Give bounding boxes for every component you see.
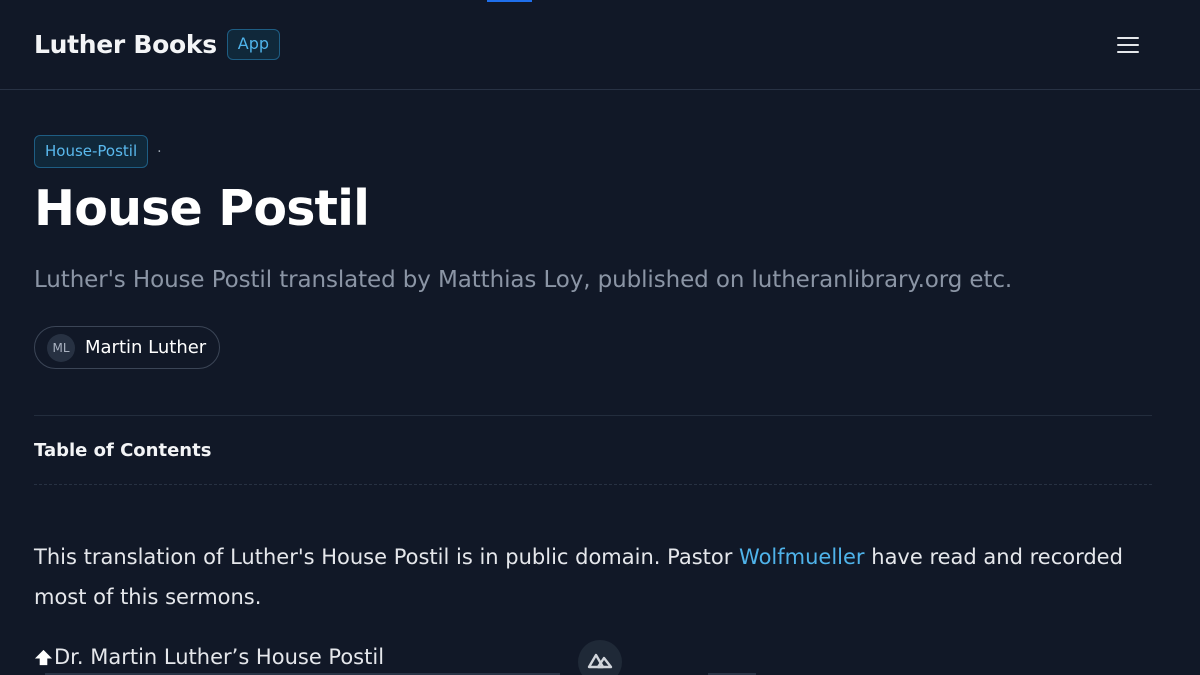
app-badge[interactable]: App	[226, 29, 281, 60]
tag-separator: ·	[157, 143, 162, 160]
arrow-up-icon	[34, 649, 53, 665]
hamburger-menu-icon[interactable]	[1112, 31, 1144, 59]
chapter-label: Dr. Martin Luther’s House Postil	[54, 645, 385, 669]
wolfmueller-link[interactable]: Wolfmueller	[739, 545, 865, 569]
intro-text-before: This translation of Luther's House Posti…	[34, 545, 740, 569]
author-chip[interactable]: ML Martin Luther	[34, 326, 221, 369]
avatar: ML	[47, 333, 75, 362]
category-tag[interactable]: House-Postil	[34, 135, 149, 168]
divider	[34, 415, 1152, 416]
tag-row: House-Postil ·	[34, 135, 162, 168]
page-title: House Postil	[34, 180, 370, 237]
intro-paragraph: This translation of Luther's House Posti…	[34, 537, 1144, 617]
page: Luther Books App House-Postil · House Po…	[0, 0, 1200, 675]
nuxt-logo-icon	[587, 653, 613, 669]
table-of-contents-toggle[interactable]: Table of Contents	[34, 440, 211, 461]
site-header: Luther Books App	[0, 0, 1200, 90]
brand: Luther Books App	[34, 29, 281, 60]
chapter-heading-link[interactable]: Dr. Martin Luther’s House Postil	[34, 645, 384, 669]
dashed-divider	[34, 484, 1152, 485]
author-name: Martin Luther	[85, 337, 207, 358]
nuxt-devtools-icon[interactable]	[578, 640, 622, 675]
page-subtitle: Luther's House Postil translated by Matt…	[34, 267, 1013, 293]
site-title[interactable]: Luther Books	[34, 30, 217, 59]
